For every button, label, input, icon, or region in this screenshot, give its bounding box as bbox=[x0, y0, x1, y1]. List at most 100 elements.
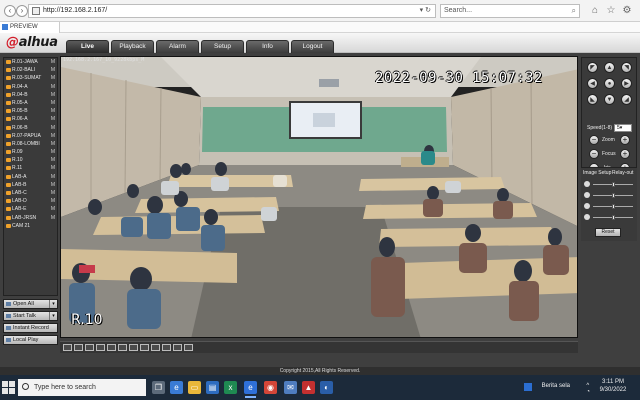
channel-item[interactable]: R.04-A M bbox=[4, 83, 57, 91]
channel-stream-flag[interactable]: M bbox=[51, 173, 55, 181]
channel-stream-flag[interactable]: M bbox=[51, 205, 55, 213]
layout-36-icon[interactable] bbox=[129, 344, 138, 351]
snapshot-icon[interactable] bbox=[140, 344, 149, 351]
settings-gear-icon[interactable]: ⚙ bbox=[620, 4, 634, 18]
ptz-up-right-icon[interactable]: ◥ bbox=[621, 62, 632, 73]
zoom-icon[interactable] bbox=[162, 344, 171, 351]
store-icon[interactable]: ▤ bbox=[206, 381, 219, 394]
ptz-down-icon[interactable]: ▼ bbox=[604, 94, 615, 105]
channel-item[interactable]: R.07-PAPUA M bbox=[4, 132, 57, 140]
ptz-down-left-icon[interactable]: ◣ bbox=[587, 94, 598, 105]
layout-4-icon[interactable] bbox=[74, 344, 83, 351]
news-label[interactable]: Berita sela bbox=[542, 383, 570, 389]
focus-plus-button[interactable]: + bbox=[620, 149, 630, 159]
chrome-icon[interactable]: ◉ bbox=[264, 381, 277, 394]
favorites-icon[interactable]: ☆ bbox=[604, 4, 618, 18]
channel-stream-flag[interactable]: M bbox=[51, 99, 55, 107]
channel-item[interactable]: CAM 21 bbox=[4, 222, 57, 230]
zoom-out-button[interactable]: − bbox=[589, 135, 599, 145]
channel-stream-flag[interactable]: M bbox=[51, 148, 55, 156]
ptz-left-icon[interactable]: ◀ bbox=[587, 78, 598, 89]
video-feed[interactable]: 192.168.2.167_10_9228kbps_M 2022-09-30 1… bbox=[60, 56, 578, 338]
ptz-down-right-icon[interactable]: ◢ bbox=[621, 94, 632, 105]
hue-slider[interactable] bbox=[584, 214, 634, 220]
edge-new-icon[interactable]: ◐ bbox=[320, 381, 333, 394]
address-bar[interactable]: http://192.168.2.167/ ▾ ↻ bbox=[28, 4, 436, 18]
channel-stream-flag[interactable]: M bbox=[51, 58, 55, 66]
menu-logout[interactable]: Logout bbox=[291, 40, 334, 53]
start-talk-button[interactable]: Start Talk ▾ bbox=[3, 311, 58, 321]
back-icon[interactable]: ‹ bbox=[4, 5, 16, 17]
record-icon[interactable] bbox=[151, 344, 160, 351]
contrast-slider[interactable] bbox=[584, 192, 634, 198]
channel-stream-flag[interactable]: M bbox=[51, 140, 55, 148]
channel-stream-flag[interactable]: M bbox=[51, 124, 55, 132]
channel-stream-flag[interactable]: M bbox=[51, 74, 55, 82]
taskbar-clock[interactable]: 3:11 PM 9/30/2022 bbox=[596, 378, 630, 394]
windows-start-icon[interactable] bbox=[2, 381, 15, 394]
slider-thumb[interactable] bbox=[611, 193, 615, 198]
tab-image-setup[interactable]: Image Setup bbox=[583, 170, 611, 176]
search-icon[interactable]: ⌕ bbox=[572, 5, 576, 17]
browser-search-input[interactable]: Search... ⌕ bbox=[440, 4, 580, 18]
channel-item[interactable]: LAB-D M bbox=[4, 197, 57, 205]
chevron-down-icon[interactable]: ▾ bbox=[49, 312, 57, 320]
fullscreen-icon[interactable] bbox=[85, 344, 94, 351]
chevron-down-icon[interactable]: ▾ bbox=[49, 300, 57, 308]
channel-stream-flag[interactable]: M bbox=[51, 197, 55, 205]
slider-thumb[interactable] bbox=[611, 215, 615, 220]
channel-stream-flag[interactable]: M bbox=[51, 66, 55, 74]
channel-item[interactable]: R.02-BALI M bbox=[4, 66, 57, 74]
channel-stream-flag[interactable]: M bbox=[51, 164, 55, 172]
close-video-icon[interactable] bbox=[184, 344, 193, 351]
channel-stream-flag[interactable]: M bbox=[51, 214, 55, 222]
brightness-slider[interactable] bbox=[584, 181, 634, 187]
layout-9-icon[interactable] bbox=[96, 344, 105, 351]
layout-16-icon[interactable] bbox=[107, 344, 116, 351]
forward-icon[interactable]: › bbox=[16, 5, 28, 17]
channel-item[interactable]: R.05-B M bbox=[4, 107, 57, 115]
news-icon[interactable] bbox=[524, 383, 532, 391]
mail-icon[interactable]: ✉ bbox=[284, 381, 297, 394]
layout-25-icon[interactable] bbox=[118, 344, 127, 351]
red-app-icon[interactable]: ▲ bbox=[302, 381, 315, 394]
refresh-icon[interactable]: ▾ ↻ bbox=[420, 5, 431, 17]
instant-record-button[interactable]: Instant Record bbox=[3, 323, 58, 333]
taskbar-search-input[interactable]: Type here to search bbox=[18, 379, 146, 396]
tab-preview[interactable]: PREVIEW bbox=[0, 22, 60, 33]
local-play-button[interactable]: Local Play bbox=[3, 335, 58, 345]
channel-item[interactable]: R.06-B M bbox=[4, 124, 57, 132]
slider-thumb[interactable] bbox=[611, 182, 615, 187]
home-icon[interactable]: ⌂ bbox=[588, 4, 602, 18]
ptz-right-icon[interactable]: ▶ bbox=[621, 78, 632, 89]
channel-stream-flag[interactable]: M bbox=[51, 181, 55, 189]
zoom-in-button[interactable]: + bbox=[620, 135, 630, 145]
channel-item[interactable]: R.10 M bbox=[4, 156, 57, 164]
channel-item[interactable]: R.08-LOMBI M bbox=[4, 140, 57, 148]
slider-thumb[interactable] bbox=[611, 204, 615, 209]
open-all-button[interactable]: Open All ▾ bbox=[3, 299, 58, 309]
focus-minus-button[interactable]: − bbox=[589, 149, 599, 159]
file-explorer-icon[interactable]: ▭ bbox=[188, 381, 201, 394]
channel-item[interactable]: R.04-B M bbox=[4, 91, 57, 99]
speed-select[interactable]: 5▾ bbox=[614, 124, 632, 132]
channel-item[interactable]: R.06-A M bbox=[4, 115, 57, 123]
ptz-center-icon[interactable]: ● bbox=[604, 78, 615, 89]
saturation-slider[interactable] bbox=[584, 203, 634, 209]
edge-icon[interactable]: e bbox=[170, 381, 183, 394]
ptz-up-icon[interactable]: ▲ bbox=[604, 62, 615, 73]
channel-stream-flag[interactable]: M bbox=[51, 91, 55, 99]
menu-info[interactable]: Info bbox=[246, 40, 289, 53]
reset-button[interactable]: Reset bbox=[595, 228, 621, 237]
task-view-icon[interactable]: ❐ bbox=[152, 381, 165, 394]
audio-icon[interactable] bbox=[173, 344, 182, 351]
channel-stream-flag[interactable]: M bbox=[51, 132, 55, 140]
channel-item[interactable]: LAB-E M bbox=[4, 205, 57, 213]
menu-live[interactable]: Live bbox=[66, 40, 109, 53]
channel-item[interactable]: LAB-B M bbox=[4, 181, 57, 189]
tab-relay-out[interactable]: Relay-out bbox=[612, 170, 633, 176]
channel-stream-flag[interactable]: M bbox=[51, 115, 55, 123]
channel-stream-flag[interactable]: M bbox=[51, 156, 55, 164]
excel-icon[interactable]: x bbox=[224, 381, 237, 394]
channel-item[interactable]: R.09 M bbox=[4, 148, 57, 156]
